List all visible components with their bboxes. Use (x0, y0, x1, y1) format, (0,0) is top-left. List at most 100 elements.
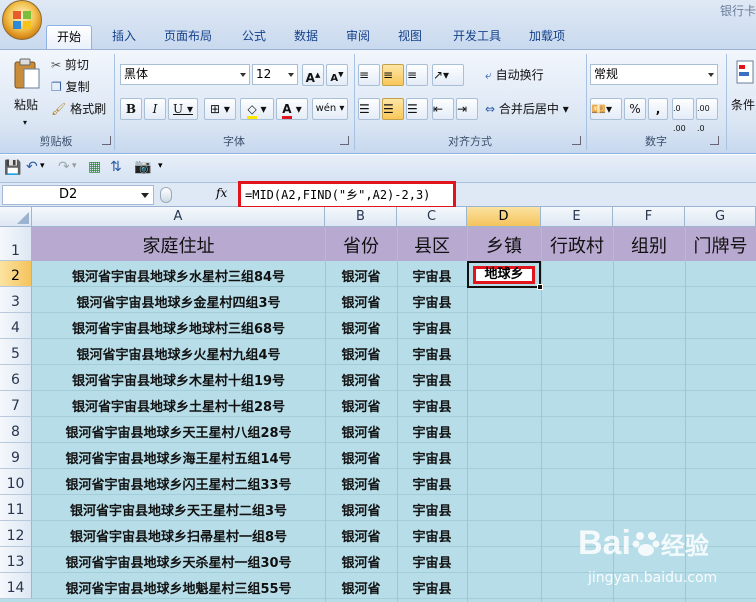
number-launcher-icon[interactable] (710, 136, 719, 145)
column-header-e[interactable]: E (541, 207, 613, 227)
tab-data[interactable]: 数据 (286, 25, 326, 49)
cell-address[interactable]: 银河省宇宙县地球乡闪王星村二组33号 (32, 474, 325, 492)
cell-county[interactable]: 宇宙县 (397, 370, 467, 388)
cell-address[interactable]: 银河省宇宙县地球乡火星村九组4号 (32, 344, 325, 362)
cell-county[interactable]: 宇宙县 (397, 344, 467, 362)
orientation-button[interactable]: ↗▾ (432, 64, 464, 86)
row-header[interactable]: 12 (0, 521, 32, 547)
cell-address[interactable]: 银河省宇宙县地球乡地球村三组68号 (32, 318, 325, 336)
cell-province[interactable]: 银河省 (325, 292, 397, 310)
grow-font-button[interactable]: A▲ (302, 64, 324, 86)
header-cell-county[interactable]: 县区 (397, 232, 467, 258)
tab-home[interactable]: 开始 (46, 25, 92, 49)
active-cell-frame[interactable]: 地球乡 (467, 261, 543, 290)
align-left-button[interactable]: ☰ (358, 98, 380, 120)
align-center-button[interactable]: ☰ (382, 98, 404, 120)
cell-county[interactable]: 宇宙县 (397, 578, 467, 596)
chevron-down-icon[interactable]: ▾ (72, 161, 77, 171)
row-header[interactable]: 3 (0, 287, 32, 313)
tab-developer[interactable]: 开发工具 (446, 25, 508, 49)
cell-county[interactable]: 宇宙县 (397, 318, 467, 336)
tab-formulas[interactable]: 公式 (234, 25, 274, 49)
cell-county[interactable]: 宇宙县 (397, 448, 467, 466)
cell-address[interactable]: 银河省宇宙县地球乡海王星村五组14号 (32, 448, 325, 466)
chevron-down-icon[interactable]: ▾ (40, 161, 45, 171)
row-header[interactable]: 14 (0, 573, 32, 599)
row-header[interactable]: 7 (0, 391, 32, 417)
column-header-a[interactable]: A (32, 207, 325, 227)
cell-province[interactable]: 银河省 (325, 318, 397, 336)
borders-button[interactable]: ⊞ ▾ (204, 98, 236, 120)
align-top-button[interactable]: ≡ (358, 64, 380, 86)
excel-sheet-icon[interactable]: ▦ (88, 159, 101, 175)
row-header[interactable]: 5 (0, 339, 32, 365)
cell-county[interactable]: 宇宙县 (397, 422, 467, 440)
cell-address[interactable]: 银河省宇宙县地球乡扫帚星村一组8号 (32, 526, 325, 544)
cell-address[interactable]: 银河省宇宙县地球乡天杀星村一组30号 (32, 552, 325, 570)
row-header[interactable]: 10 (0, 469, 32, 495)
cell-province[interactable]: 银河省 (325, 526, 397, 544)
increase-decimal-button[interactable]: .0 .00 (672, 98, 694, 133)
row-header[interactable]: 4 (0, 313, 32, 339)
cell-province[interactable]: 银河省 (325, 448, 397, 466)
cell-address[interactable]: 银河省宇宙县地球乡水星村三组84号 (32, 266, 325, 284)
header-cell-house-number[interactable]: 门牌号 (685, 232, 756, 258)
shrink-font-button[interactable]: A▼ (326, 64, 348, 86)
currency-button[interactable]: 💴▾ (590, 98, 622, 120)
customize-qat-icon[interactable]: ▾ (158, 161, 163, 171)
cell-address[interactable]: 银河省宇宙县地球乡土星村十组28号 (32, 396, 325, 414)
cell-address[interactable]: 银河省宇宙县地球乡天王星村八组28号 (32, 422, 325, 440)
redo-icon[interactable]: ↷ (58, 159, 70, 175)
cell-address[interactable]: 银河省宇宙县地球乡地魁星村三组55号 (32, 578, 325, 596)
align-right-button[interactable]: ☰ (406, 98, 428, 120)
cell-county[interactable]: 宇宙县 (397, 266, 467, 284)
cell-county[interactable]: 宇宙县 (397, 526, 467, 544)
cell-province[interactable]: 银河省 (325, 578, 397, 596)
cell-province[interactable]: 银河省 (325, 552, 397, 570)
merge-center-button[interactable]: ⇔ 合并后居中 ▾ (484, 98, 580, 120)
fill-color-button[interactable]: ◇ ▾ (240, 98, 274, 120)
font-color-button[interactable]: A ▾ (276, 98, 308, 120)
cell-address[interactable]: 银河省宇宙县地球乡天王星村二组3号 (32, 500, 325, 518)
header-cell-address[interactable]: 家庭住址 (32, 232, 325, 258)
select-all-corner[interactable] (0, 207, 32, 227)
tab-view[interactable]: 视图 (390, 25, 430, 49)
undo-icon[interactable]: ↶ (26, 159, 38, 175)
cell-county[interactable]: 宇宙县 (397, 292, 467, 310)
cell-county[interactable]: 宇宙县 (397, 500, 467, 518)
format-painter-button[interactable]: 🖌 格式刷 (50, 98, 110, 120)
sort-icon[interactable]: ⇅ (110, 159, 122, 175)
tab-insert[interactable]: 插入 (104, 25, 144, 49)
cell-province[interactable]: 银河省 (325, 474, 397, 492)
header-cell-village[interactable]: 行政村 (541, 232, 613, 258)
decrease-decimal-button[interactable]: .00 .0 (696, 98, 718, 133)
font-name-combo[interactable]: 黑体 (120, 64, 250, 85)
cell-county[interactable]: 宇宙县 (397, 474, 467, 492)
phonetic-button[interactable]: wén ▾ (312, 98, 348, 120)
fill-handle[interactable] (537, 284, 543, 290)
cell-province[interactable]: 银河省 (325, 266, 397, 284)
cell-province[interactable]: 银河省 (325, 370, 397, 388)
cell-province[interactable]: 银河省 (325, 422, 397, 440)
column-header-d[interactable]: D (467, 207, 541, 227)
bold-button[interactable]: B (120, 98, 142, 120)
row-header[interactable]: 11 (0, 495, 32, 521)
align-middle-button[interactable]: ≡ (382, 64, 404, 86)
column-header-g[interactable]: G (685, 207, 756, 227)
decrease-indent-button[interactable]: ⇤ (432, 98, 454, 120)
cell-province[interactable]: 银河省 (325, 500, 397, 518)
row-header[interactable]: 9 (0, 443, 32, 469)
number-format-combo[interactable]: 常规 (590, 64, 718, 85)
header-cell-group[interactable]: 组别 (613, 232, 685, 258)
header-cell-township[interactable]: 乡镇 (467, 232, 541, 258)
formula-bar-handle[interactable] (160, 187, 172, 203)
row-header[interactable]: 8 (0, 417, 32, 443)
save-icon[interactable]: 💾 (4, 160, 21, 176)
cell-address[interactable]: 银河省宇宙县地球乡金星村四组3号 (32, 292, 325, 310)
row-header[interactable]: 6 (0, 365, 32, 391)
cut-button[interactable]: ✂ 剪切 (50, 54, 102, 76)
font-launcher-icon[interactable] (340, 136, 349, 145)
tab-review[interactable]: 审阅 (338, 25, 378, 49)
tab-addins[interactable]: 加载项 (522, 25, 572, 49)
align-bottom-button[interactable]: ≡ (406, 64, 428, 86)
